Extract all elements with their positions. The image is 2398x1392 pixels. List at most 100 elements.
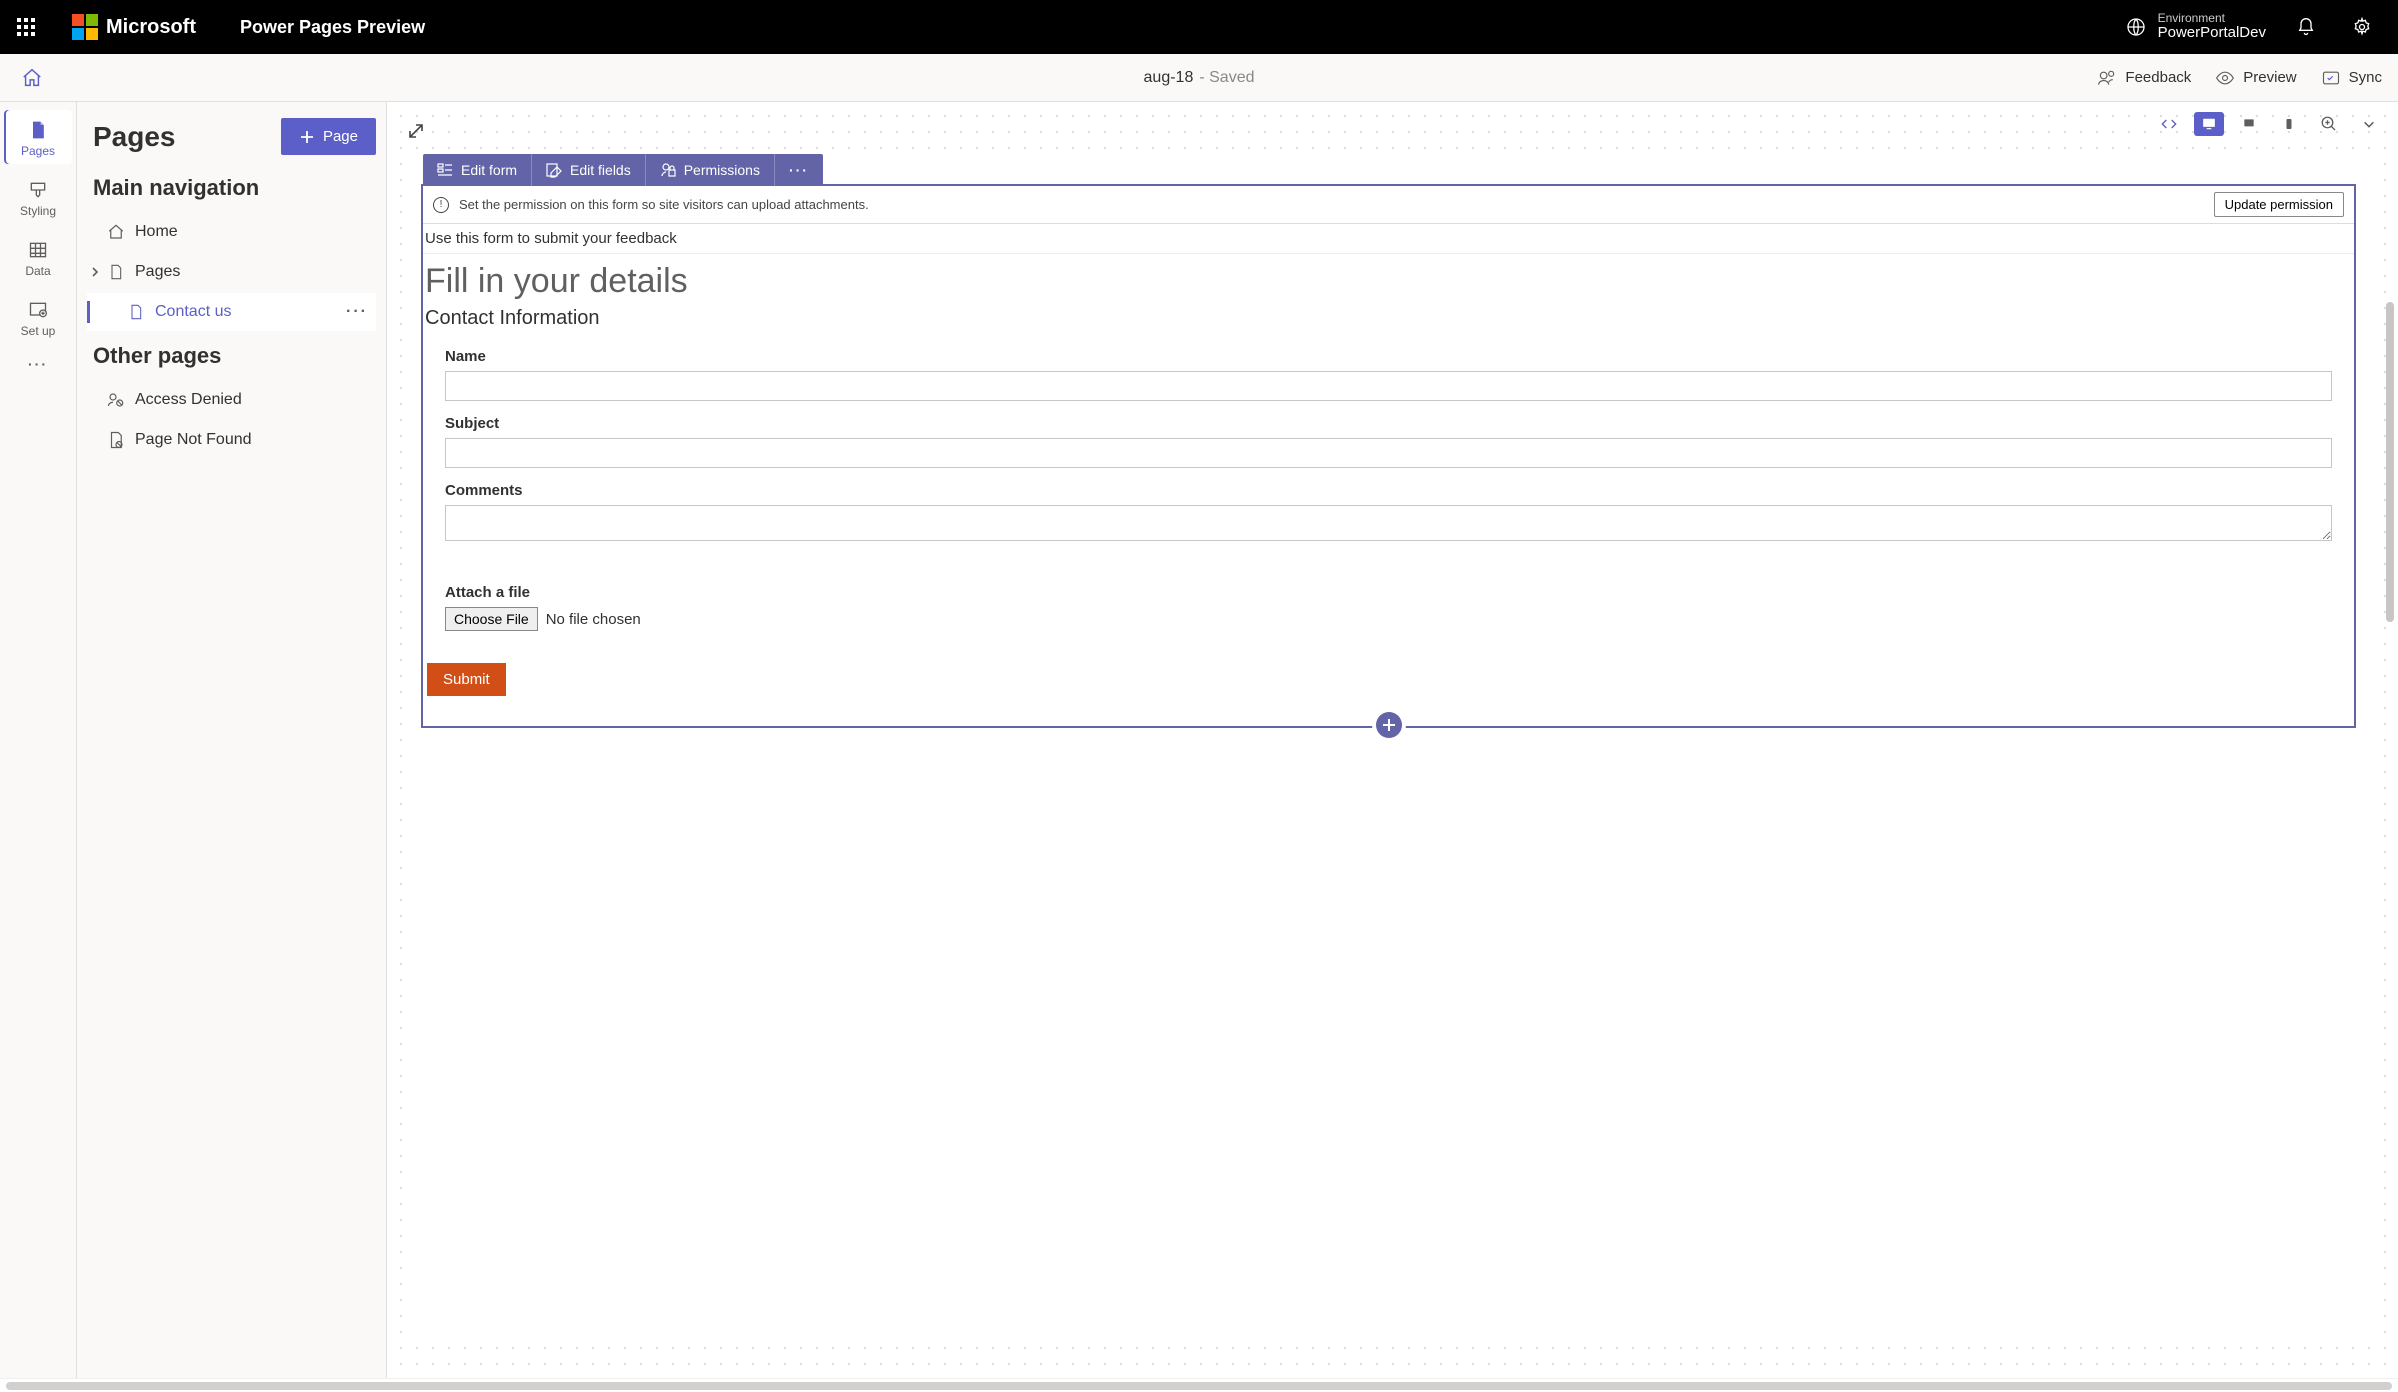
sync-button[interactable]: Sync [2321,68,2382,88]
name-input[interactable] [445,371,2332,401]
permission-banner-text: Set the permission on this form so site … [459,197,869,212]
choose-file-button[interactable]: Choose File [445,607,538,631]
tree-item-access-denied[interactable]: Access Denied [87,381,376,419]
pages-panel: Pages Page Main navigation Home [77,102,387,1378]
command-bar: aug-18 - Saved Feedback Preview Sync [0,54,2398,102]
tablet-view-button[interactable] [2234,112,2264,136]
home-icon [21,67,43,89]
comments-label: Comments [445,482,2332,499]
form-section-heading: Contact Information [423,303,2354,340]
sync-icon [2321,68,2341,88]
eye-icon [2215,68,2235,88]
mobile-icon [2283,115,2295,133]
form-component-selection[interactable]: Edit form Edit fields Permissions ··· ! … [421,184,2356,728]
permission-banner: ! Set the permission on this form so sit… [423,186,2354,224]
tree-item-pages[interactable]: Pages [87,253,376,291]
form-action-bar: Edit form Edit fields Permissions ··· [423,154,823,186]
zoom-dropdown[interactable] [2354,112,2384,136]
tree-label: Page Not Found [135,431,252,449]
edit-fields-button[interactable]: Edit fields [532,154,646,186]
preview-button[interactable]: Preview [2215,68,2296,88]
brush-icon [28,180,48,200]
form-more-button[interactable]: ··· [775,154,823,186]
app-launcher-button[interactable] [8,9,44,45]
page-icon [127,303,145,321]
chevron-right-icon [89,266,101,278]
rail-more[interactable]: ··· [28,356,48,372]
comments-input[interactable] [445,505,2332,541]
page-icon [107,263,125,281]
chevron-down-icon [2362,117,2376,131]
attach-label: Attach a file [445,584,2332,601]
globe-icon [2126,17,2146,37]
environment-name: PowerPortalDev [2158,25,2266,42]
resize-icon [406,121,426,141]
new-page-button[interactable]: Page [281,118,376,155]
add-section-button[interactable] [1376,712,1402,738]
global-header: Microsoft Power Pages Preview Environmen… [0,0,2398,54]
subject-input[interactable] [445,438,2332,468]
rail-pages-label: Pages [21,144,55,158]
field-subject: Subject [445,415,2332,468]
rail-setup[interactable]: Set up [4,290,72,344]
left-rail: Pages Styling Data Set up ··· [0,102,77,1378]
horizontal-scrollbar[interactable] [0,1378,2398,1392]
document-status: - Saved [1199,69,1254,87]
tree-label: Access Denied [135,391,242,409]
design-canvas[interactable]: Edit form Edit fields Permissions ··· ! … [387,102,2398,1378]
new-page-label: Page [323,128,358,145]
document-title: aug-18 - Saved [1144,69,1255,87]
field-comments: Comments [445,482,2332,544]
mobile-view-button[interactable] [2274,112,2304,136]
update-permission-button[interactable]: Update permission [2214,192,2344,217]
permissions-button[interactable]: Permissions [646,154,775,186]
tree-item-not-found[interactable]: Page Not Found [87,421,376,459]
sync-label: Sync [2349,69,2382,86]
setup-icon [28,300,48,320]
rail-data[interactable]: Data [4,230,72,284]
rail-pages[interactable]: Pages [4,110,72,164]
tree-item-contact-us[interactable]: Contact us ··· [87,293,376,331]
rail-styling[interactable]: Styling [4,170,72,224]
tree-item-home[interactable]: Home [87,213,376,251]
edit-fields-label: Edit fields [570,162,631,178]
microsoft-logo: Microsoft [72,14,196,40]
home-icon [107,223,125,241]
feedback-label: Feedback [2125,69,2191,86]
home-button[interactable] [16,67,48,89]
vertical-scrollbar[interactable] [2386,302,2394,622]
lock-icon [660,162,676,178]
file-status: No file chosen [546,611,641,628]
form-title: Fill in your details [423,254,2354,303]
feedback-button[interactable]: Feedback [2097,68,2191,88]
resize-handle[interactable] [401,116,431,146]
desktop-view-button[interactable] [2194,112,2224,136]
gear-icon [2352,17,2372,37]
subject-label: Subject [445,415,2332,432]
main-navigation-heading: Main navigation [93,175,376,201]
code-view-button[interactable] [2154,112,2184,136]
settings-button[interactable] [2346,11,2378,43]
form-body: Name Subject Comments Attach a file [423,348,2354,726]
table-icon [28,240,48,260]
page-stage: Edit form Edit fields Permissions ··· ! … [407,158,2370,1338]
form-icon [437,162,453,178]
microsoft-logo-icon [72,14,98,40]
tree-item-more-button[interactable]: ··· [346,303,368,321]
bell-icon [2296,17,2316,37]
notifications-button[interactable] [2290,11,2322,43]
scrollbar-thumb[interactable] [6,1382,2392,1390]
zoom-button[interactable] [2314,112,2344,136]
tree-label: Pages [135,263,180,281]
edit-form-label: Edit form [461,162,517,178]
submit-button[interactable]: Submit [427,663,506,696]
zoom-in-icon [2320,115,2338,133]
field-attach: Attach a file Choose File No file chosen [445,584,2332,631]
page-error-icon [107,431,125,449]
environment-picker[interactable]: Environment PowerPortalDev [2126,12,2266,42]
waffle-icon [17,18,35,36]
access-denied-icon [107,391,125,409]
edit-form-button[interactable]: Edit form [423,154,532,186]
other-pages-heading: Other pages [93,343,376,369]
rail-data-label: Data [25,264,50,278]
